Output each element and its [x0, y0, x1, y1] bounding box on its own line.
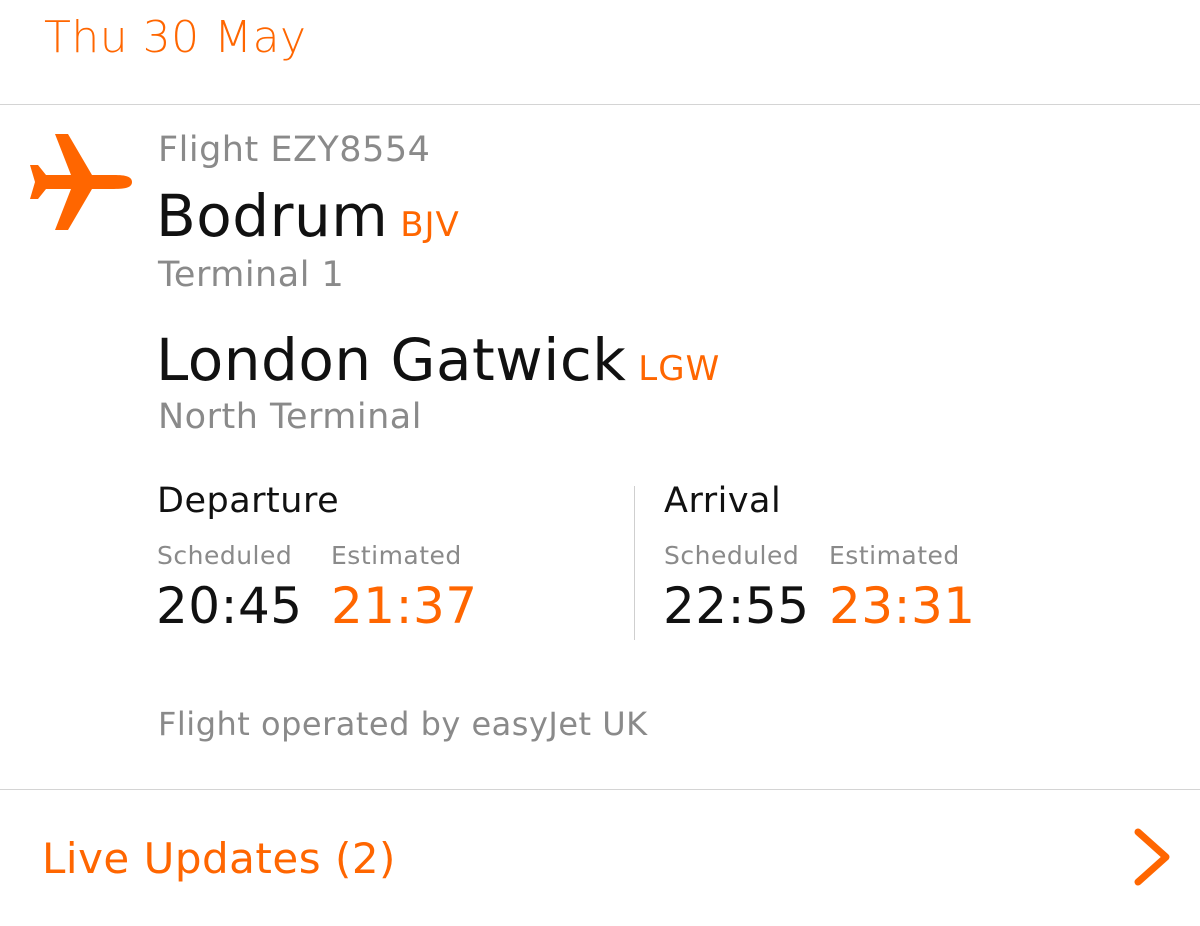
- operator-note: Flight operated by easyJet UK: [158, 705, 648, 743]
- origin-code: BJV: [400, 205, 460, 245]
- departure-estimated-label: Estimated: [331, 541, 462, 570]
- flight-number: Flight EZY8554: [158, 130, 431, 170]
- arrival-title: Arrival: [664, 481, 782, 521]
- departure-scheduled-label: Scheduled: [157, 541, 293, 570]
- departure-title: Departure: [157, 481, 340, 521]
- chevron-right-icon[interactable]: [1128, 826, 1176, 888]
- arrival-estimated-label: Estimated: [829, 541, 960, 570]
- departure-scheduled-time: 20:45: [156, 577, 303, 635]
- departure-estimated-time: 21:37: [331, 577, 478, 635]
- flight-date: Thu 30 May: [44, 12, 307, 63]
- origin-row: Bodrum BJV: [156, 182, 460, 250]
- column-divider: [634, 486, 635, 640]
- arrival-estimated-time: 23:31: [829, 577, 976, 635]
- plane-icon: [30, 134, 132, 230]
- destination-row: London Gatwick LGW: [156, 326, 720, 394]
- destination-city: London Gatwick: [156, 326, 627, 394]
- destination-terminal: North Terminal: [158, 397, 422, 437]
- origin-terminal: Terminal 1: [158, 255, 345, 295]
- arrival-scheduled-time: 22:55: [663, 577, 810, 635]
- date-header: Thu 30 May: [0, 0, 1200, 105]
- live-updates-label[interactable]: Live Updates (2): [42, 834, 396, 883]
- live-updates-row[interactable]: Live Updates (2): [0, 789, 1200, 926]
- arrival-scheduled-label: Scheduled: [664, 541, 800, 570]
- origin-city: Bodrum: [156, 182, 389, 250]
- destination-code: LGW: [638, 349, 721, 389]
